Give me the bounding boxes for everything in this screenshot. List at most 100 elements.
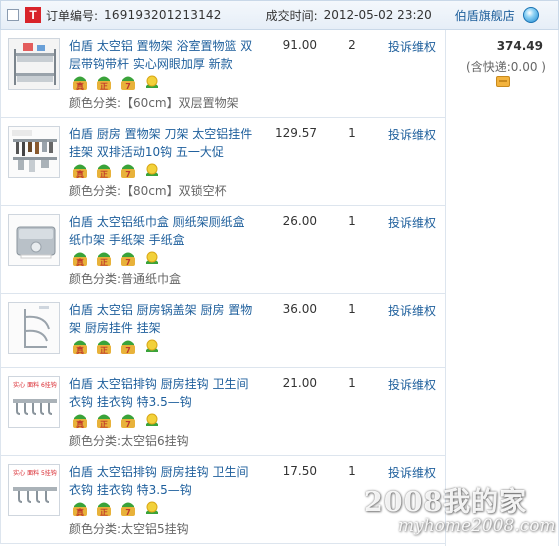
svg-text:真: 真: [76, 419, 84, 429]
svg-text:正: 正: [100, 170, 108, 179]
seven-day-return-icon[interactable]: 7: [119, 162, 137, 179]
order-header: T 订单编号: 169193201213142 成交时间: 2012-05-02…: [0, 0, 559, 30]
order-item: 实心 面料 5挂钩 伯盾 太空铝排钩 厨房挂钩 卫生间 衣钩 挂衣钩 特3.5—…: [0, 456, 445, 544]
svg-text:7: 7: [125, 508, 131, 517]
svg-text:真: 真: [76, 257, 84, 267]
bulb-guarantee-icon[interactable]: [143, 74, 161, 91]
svg-text:真: 真: [76, 345, 84, 355]
bulb-guarantee-icon[interactable]: [143, 250, 161, 267]
payment-card-icon[interactable]: [496, 76, 510, 87]
order-items-list: 伯盾 太空铝 置物架 浴室置物篮 双层带钩带杆 实心网眼加厚 新款 91.00 …: [0, 30, 445, 544]
spec-info: 颜色分类:太空铝5挂钩: [69, 522, 189, 536]
bulb-guarantee-icon[interactable]: [143, 338, 161, 355]
wangwang-chat-icon[interactable]: [522, 7, 539, 23]
svg-text:正: 正: [100, 346, 108, 355]
product-title-link[interactable]: 伯盾 太空铝 置物架 浴室置物篮 双层带钩带杆 实心网眼加厚 新款: [69, 37, 259, 73]
spec-info: 颜色分类:太空铝6挂钩: [69, 434, 189, 448]
complaint-link[interactable]: 投诉维权: [388, 302, 436, 319]
genuine-guarantee-icon[interactable]: 正: [95, 74, 113, 91]
product-thumbnail[interactable]: [8, 214, 60, 266]
genuine-guarantee-icon[interactable]: 正: [95, 412, 113, 429]
genuine-guarantee-icon[interactable]: 正: [95, 338, 113, 355]
order-item: 伯盾 太空铝纸巾盒 厕纸架厕纸盒 纸巾架 手纸架 手纸盒 26.00 1 投诉维…: [0, 206, 445, 294]
quantity: 1: [348, 302, 356, 316]
product-title-link[interactable]: 伯盾 太空铝排钩 厨房挂钩 卫生间 衣钩 挂衣钩 特3.5—钩: [69, 375, 259, 411]
order-item: 伯盾 太空铝 厨房锅盖架 厨房 置物架 厨房挂件 挂架 36.00 1 投诉维权…: [0, 294, 445, 368]
complaint-link[interactable]: 投诉维权: [388, 214, 436, 231]
svg-text:正: 正: [100, 508, 108, 517]
seven-day-return-icon[interactable]: 7: [119, 500, 137, 517]
svg-text:真: 真: [76, 169, 84, 179]
svg-text:7: 7: [125, 420, 131, 429]
unit-price: 129.57: [275, 126, 317, 140]
product-title-link[interactable]: 伯盾 太空铝纸巾盒 厕纸架厕纸盒 纸巾架 手纸架 手纸盒: [69, 213, 259, 249]
order-select-checkbox[interactable]: [7, 9, 19, 21]
svg-text:正: 正: [100, 258, 108, 267]
genuine-guarantee-icon[interactable]: 正: [95, 250, 113, 267]
order-number: 169193201213142: [104, 8, 222, 22]
authentic-guarantee-icon[interactable]: 真: [71, 412, 89, 429]
genuine-guarantee-icon[interactable]: 正: [95, 162, 113, 179]
product-thumbnail[interactable]: [8, 38, 60, 90]
product-thumbnail[interactable]: [8, 302, 60, 354]
spec-info: 颜色分类:普通纸巾盒: [69, 272, 182, 286]
svg-text:7: 7: [125, 170, 131, 179]
svg-text:实心 面料 6挂钩: 实心 面料 6挂钩: [13, 381, 57, 389]
order-item: 伯盾 太空铝 置物架 浴室置物篮 双层带钩带杆 实心网眼加厚 新款 91.00 …: [0, 30, 445, 118]
bulb-guarantee-icon[interactable]: [143, 162, 161, 179]
svg-text:实心 面料 5挂钩: 实心 面料 5挂钩: [13, 469, 57, 477]
authentic-guarantee-icon[interactable]: 真: [71, 338, 89, 355]
unit-price: 26.00: [282, 214, 317, 228]
complaint-link[interactable]: 投诉维权: [388, 464, 436, 481]
product-title-link[interactable]: 伯盾 厨房 置物架 刀架 太空铝挂件挂架 双排活动10钩 五一大促: [69, 125, 259, 161]
unit-price: 17.50: [282, 464, 317, 478]
authentic-guarantee-icon[interactable]: 真: [71, 500, 89, 517]
product-thumbnail[interactable]: [8, 126, 60, 178]
svg-text:7: 7: [125, 258, 131, 267]
authentic-guarantee-icon[interactable]: 真: [71, 250, 89, 267]
seven-day-return-icon[interactable]: 7: [119, 412, 137, 429]
quantity: 1: [348, 464, 356, 478]
shop-name-link[interactable]: 伯盾旗舰店: [455, 7, 515, 24]
seven-day-return-icon[interactable]: 7: [119, 338, 137, 355]
spec-info: 颜色分类:【80cm】双锁空杯: [69, 184, 227, 198]
quantity: 2: [348, 38, 356, 52]
bulb-guarantee-icon[interactable]: [143, 500, 161, 517]
unit-price: 91.00: [282, 38, 317, 52]
product-thumbnail[interactable]: 实心 面料 5挂钩: [8, 464, 60, 516]
svg-text:正: 正: [100, 420, 108, 429]
order-number-label: 订单编号:: [46, 8, 99, 23]
genuine-guarantee-icon[interactable]: 正: [95, 500, 113, 517]
unit-price: 36.00: [282, 302, 317, 316]
service-badges: 真 正 7: [71, 412, 161, 429]
authentic-guarantee-icon[interactable]: 真: [71, 162, 89, 179]
deal-time: 2012-05-02 23:20: [323, 8, 432, 22]
product-title-link[interactable]: 伯盾 太空铝 厨房锅盖架 厨房 置物架 厨房挂件 挂架: [69, 301, 259, 337]
order-item: 伯盾 厨房 置物架 刀架 太空铝挂件挂架 双排活动10钩 五一大促 129.57…: [0, 118, 445, 206]
spec-info: 颜色分类:【60cm】双层置物架: [69, 96, 239, 110]
seven-day-return-icon[interactable]: 7: [119, 250, 137, 267]
quantity: 1: [348, 376, 356, 390]
service-badges: 真 正 7: [71, 338, 161, 355]
order-summary: 374.49 (含快递:0.00 ): [445, 30, 559, 546]
quantity: 1: [348, 214, 356, 228]
complaint-link[interactable]: 投诉维权: [388, 126, 436, 143]
product-title-link[interactable]: 伯盾 太空铝排钩 厨房挂钩 卫生间 衣钩 挂衣钩 特3.5—钩: [69, 463, 259, 499]
complaint-link[interactable]: 投诉维权: [388, 38, 436, 55]
complaint-link[interactable]: 投诉维权: [388, 376, 436, 393]
product-thumbnail[interactable]: 实心 面料 6挂钩: [8, 376, 60, 428]
svg-text:7: 7: [125, 346, 131, 355]
bulb-guarantee-icon[interactable]: [143, 412, 161, 429]
deal-time-label: 成交时间:: [265, 8, 318, 23]
svg-text:真: 真: [76, 81, 84, 91]
authentic-guarantee-icon[interactable]: 真: [71, 74, 89, 91]
service-badges: 真 正 7: [71, 74, 161, 91]
quantity: 1: [348, 126, 356, 140]
order-item: 实心 面料 6挂钩 伯盾 太空铝排钩 厨房挂钩 卫生间 衣钩 挂衣钩 特3.5—…: [0, 368, 445, 456]
service-badges: 真 正 7: [71, 250, 161, 267]
svg-text:正: 正: [100, 82, 108, 91]
order-total: 374.49: [496, 39, 543, 53]
seven-day-return-icon[interactable]: 7: [119, 74, 137, 91]
svg-text:真: 真: [76, 507, 84, 517]
service-badges: 真 正 7: [71, 162, 161, 179]
